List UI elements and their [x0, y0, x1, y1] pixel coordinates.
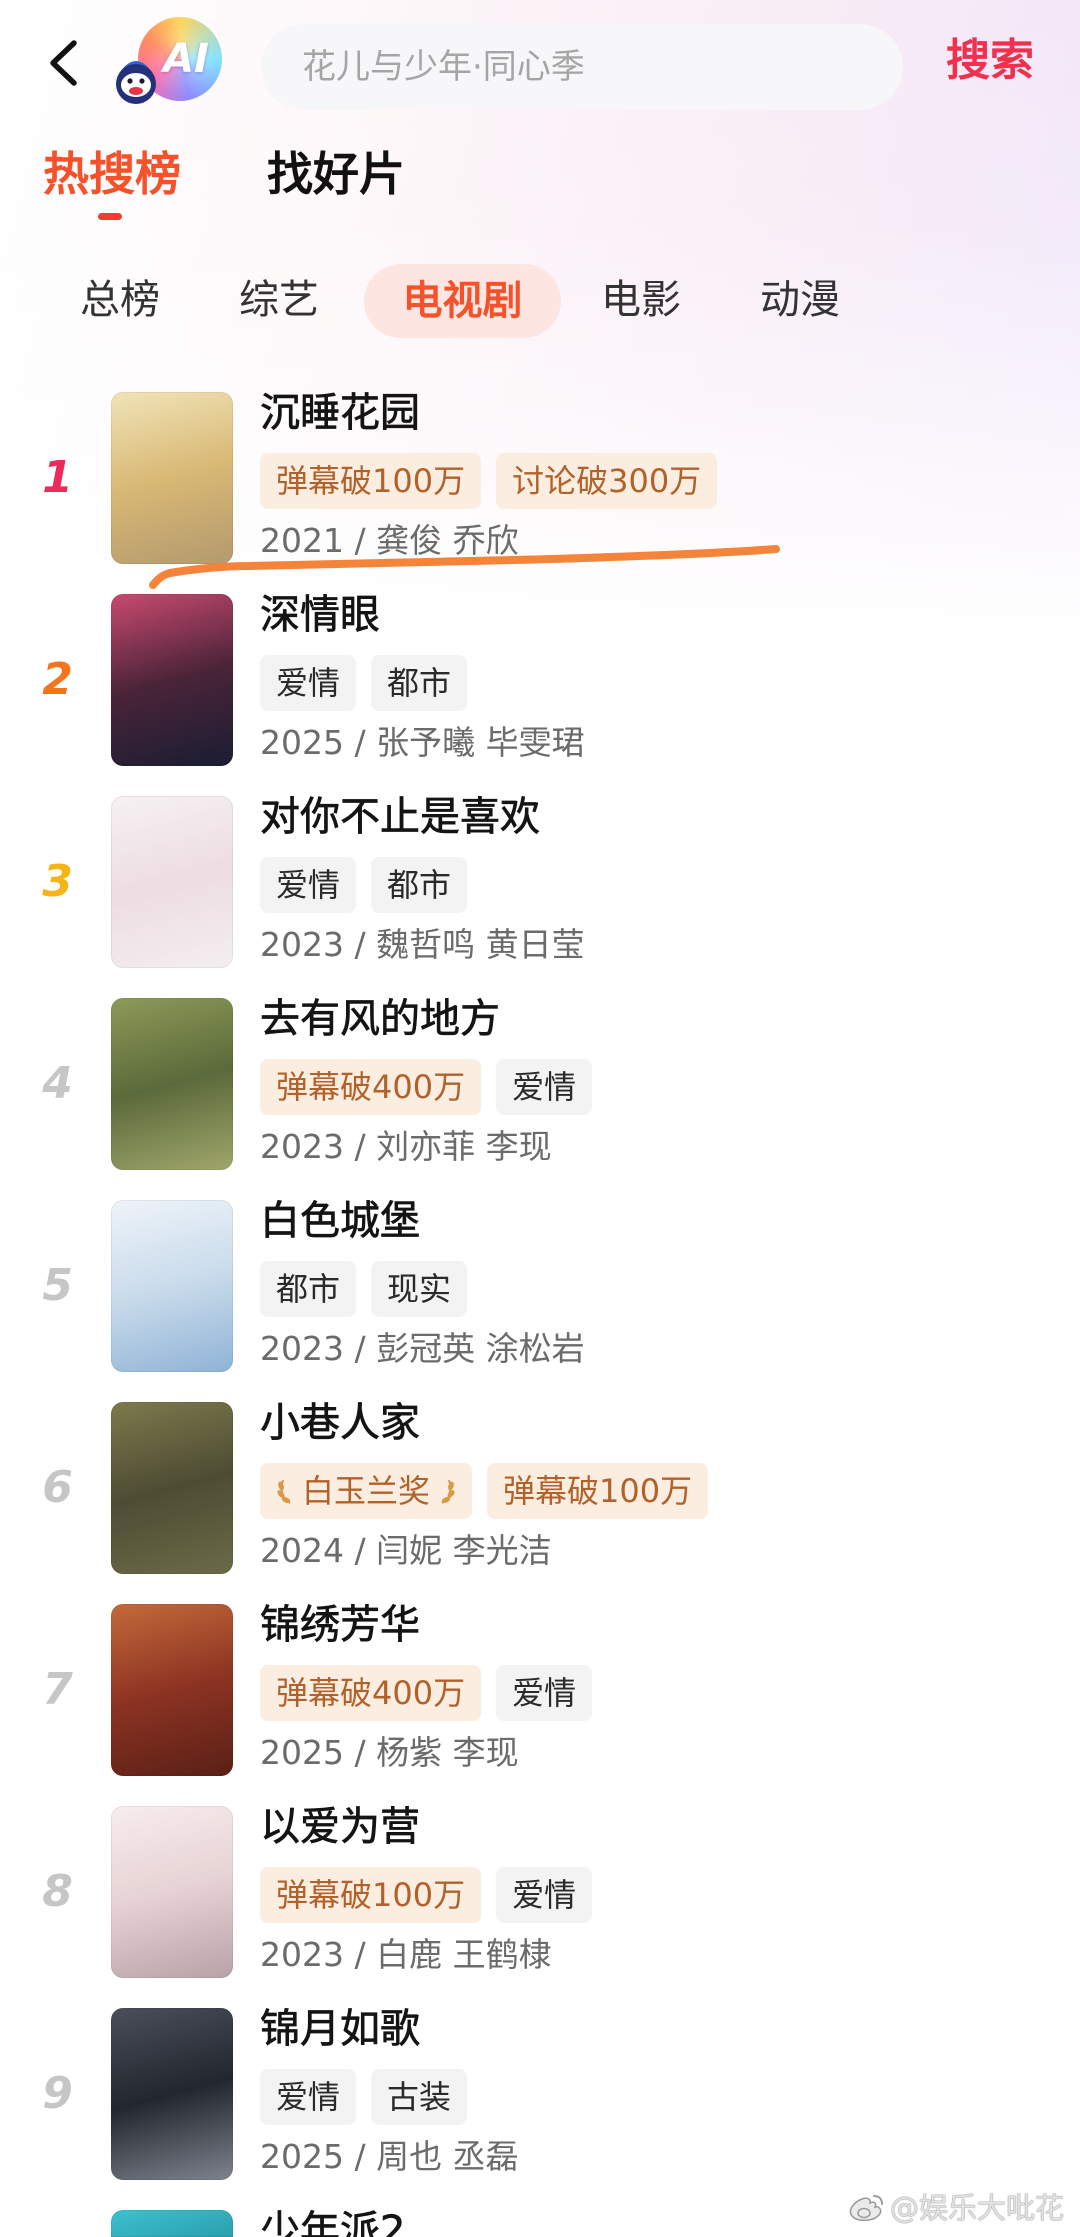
show-title[interactable]: 对你不止是喜欢 — [260, 796, 540, 838]
tab-variety[interactable]: 综艺 — [239, 277, 319, 323]
ai-assistant-button[interactable]: AI — [112, 12, 224, 110]
genre-tag: 爱情 — [496, 1665, 593, 1721]
ranking-item[interactable]: 3 对你不止是喜欢爱情 都市 2023 / 魏哲鸣 黄日莹 — [0, 796, 1080, 986]
ai-logo-label: AI — [163, 36, 209, 82]
highlight-tag: 弹幕破400万 — [260, 1059, 482, 1115]
poster-image[interactable] — [111, 1200, 233, 1372]
year-and-cast: 2025 / 张予曦 毕雯珺 — [260, 723, 585, 762]
ranking-item[interactable]: 8 以爱为营弹幕破100万 爱情 2023 / 白鹿 王鹤棣 — [0, 1806, 1080, 1996]
rank-number: 9 — [42, 2068, 73, 2119]
show-title[interactable]: 沉睡花园 — [260, 392, 420, 434]
search-input[interactable] — [261, 24, 903, 110]
tag-list: 白玉兰奖 弹幕破100万 — [260, 1463, 709, 1519]
genre-tag: 爱情 — [496, 1059, 593, 1115]
tag-list: 爱情 古装 — [260, 2069, 468, 2125]
poster-image[interactable] — [111, 2008, 233, 2180]
genre-tag: 爱情 — [496, 1867, 593, 1923]
rank-number: 5 — [42, 1260, 73, 1311]
watermark: @娱乐大吡花 — [846, 2190, 1064, 2226]
year-and-cast: 2024 / 闫妮 李光洁 — [260, 1531, 552, 1570]
tag-list: 弹幕破400万 爱情 — [260, 1665, 593, 1721]
tab-movies[interactable]: 电影 — [601, 277, 681, 323]
rank-number: 2 — [42, 654, 73, 705]
tab-anime[interactable]: 动漫 — [760, 277, 840, 323]
show-title[interactable]: 少年派2 — [260, 2210, 405, 2237]
year-and-cast: 2025 / 周也 丞磊 — [260, 2137, 519, 2176]
genre-tag: 爱情 — [260, 2069, 357, 2125]
laurel-left-icon — [277, 1479, 291, 1504]
show-title[interactable]: 白色城堡 — [260, 1200, 420, 1242]
genre-tag: 古装 — [371, 2069, 468, 2125]
show-title[interactable]: 去有风的地方 — [260, 998, 500, 1040]
ranking-item[interactable]: 5 白色城堡都市 现实 2023 / 彭冠英 涂松岩 — [0, 1200, 1080, 1390]
ranking-item[interactable]: 7 锦绣芳华弹幕破400万 爱情 2025 / 杨紫 李现 — [0, 1604, 1080, 1794]
poster-image[interactable] — [111, 392, 233, 564]
year-and-cast: 2023 / 白鹿 王鹤棣 — [260, 1935, 552, 1974]
ranking-item[interactable]: 4 去有风的地方弹幕破400万 爱情 2023 / 刘亦菲 李现 — [0, 998, 1080, 1188]
ranking-item[interactable]: 9 锦月如歌爱情 古装 2025 / 周也 丞磊 — [0, 2008, 1080, 2198]
highlight-tag: 弹幕破100万 — [487, 1463, 709, 1519]
show-title[interactable]: 深情眼 — [260, 594, 380, 636]
poster-image[interactable] — [111, 1402, 233, 1574]
poster-image[interactable] — [111, 1604, 233, 1776]
tag-list: 爱情 都市 — [260, 857, 468, 913]
year-and-cast: 2023 / 魏哲鸣 黄日莹 — [260, 925, 585, 964]
ranking-item[interactable]: 2 深情眼爱情 都市 2025 / 张予曦 毕雯珺 — [0, 594, 1080, 784]
ranking-list: 1 沉睡花园 弹幕破100万 讨论破300万 2021 / 龚俊 乔欣 2 深情眼 爱情 都市 2… — [0, 392, 1080, 2237]
chevron-left-icon — [50, 40, 77, 86]
highlight-tag: 弹幕破100万 — [260, 453, 482, 509]
award-tag: 白玉兰奖 — [260, 1463, 473, 1519]
year-and-cast: 2023 / 刘亦菲 李现 — [260, 1127, 552, 1166]
award-tag-label: 白玉兰奖 — [302, 1472, 431, 1510]
tab-overall[interactable]: 总榜 — [80, 277, 160, 323]
show-title[interactable]: 以爱为营 — [260, 1806, 420, 1848]
genre-tag: 爱情 — [260, 857, 357, 913]
rank-number: 4 — [42, 1058, 73, 1109]
year-and-cast: 2025 / 杨紫 李现 — [260, 1733, 519, 1772]
highlight-tag: 讨论破300万 — [496, 453, 718, 509]
genre-tag: 都市 — [371, 655, 468, 711]
ranking-item[interactable]: 6 小巷人家白玉兰奖 弹幕破100万 2024 / 闫妮 李光洁 — [0, 1402, 1080, 1592]
rank-number: 6 — [42, 1462, 73, 1513]
rank-number: 7 — [42, 1664, 73, 1715]
genre-tag: 爱情 — [260, 655, 357, 711]
poster-image[interactable] — [111, 594, 233, 766]
poster-image[interactable] — [111, 796, 233, 968]
tag-list: 爱情 都市 — [260, 655, 468, 711]
rank-number: 8 — [42, 1866, 73, 1917]
back-button[interactable] — [44, 33, 84, 93]
genre-tag: 都市 — [371, 857, 468, 913]
highlight-tag: 弹幕破400万 — [260, 1665, 482, 1721]
poster-image[interactable] — [111, 2210, 233, 2237]
year-and-cast: 2023 / 彭冠英 涂松岩 — [260, 1329, 585, 1368]
genre-tag: 现实 — [371, 1261, 468, 1317]
tab-find-shows[interactable]: 找好片 — [267, 148, 405, 200]
weibo-logo-icon — [849, 2195, 883, 2222]
rank-number: 1 — [42, 452, 73, 503]
ranking-item[interactable]: 1 沉睡花园弹幕破100万 讨论破300万 2021 / 龚俊 乔欣 — [0, 392, 1080, 582]
poster-image[interactable] — [111, 998, 233, 1170]
poster-image[interactable] — [111, 1806, 233, 1978]
laurel-right-icon — [441, 1479, 455, 1504]
tag-list: 弹幕破100万 讨论破300万 — [260, 453, 718, 509]
tag-list: 弹幕破100万 爱情 — [260, 1867, 593, 1923]
ai-mascot-icon — [116, 61, 156, 104]
show-title[interactable]: 锦绣芳华 — [260, 1604, 420, 1646]
show-title[interactable]: 锦月如歌 — [260, 2008, 420, 2050]
show-title[interactable]: 小巷人家 — [260, 1402, 420, 1444]
search-button[interactable]: 搜索 — [946, 36, 1034, 86]
tag-list: 弹幕破400万 爱情 — [260, 1059, 593, 1115]
tab-hot-search[interactable]: 热搜榜 — [43, 148, 181, 200]
watermark-text: @娱乐大吡花 — [890, 2191, 1065, 2225]
genre-tag: 都市 — [260, 1261, 357, 1317]
tag-list: 都市 现实 — [260, 1261, 468, 1317]
rank-number: 3 — [42, 856, 73, 907]
year-and-cast: 2021 / 龚俊 乔欣 — [260, 521, 519, 560]
tab-tv-series[interactable]: 电视剧 — [364, 264, 561, 338]
highlight-tag: 弹幕破100万 — [260, 1867, 482, 1923]
active-tab-indicator — [98, 213, 122, 220]
